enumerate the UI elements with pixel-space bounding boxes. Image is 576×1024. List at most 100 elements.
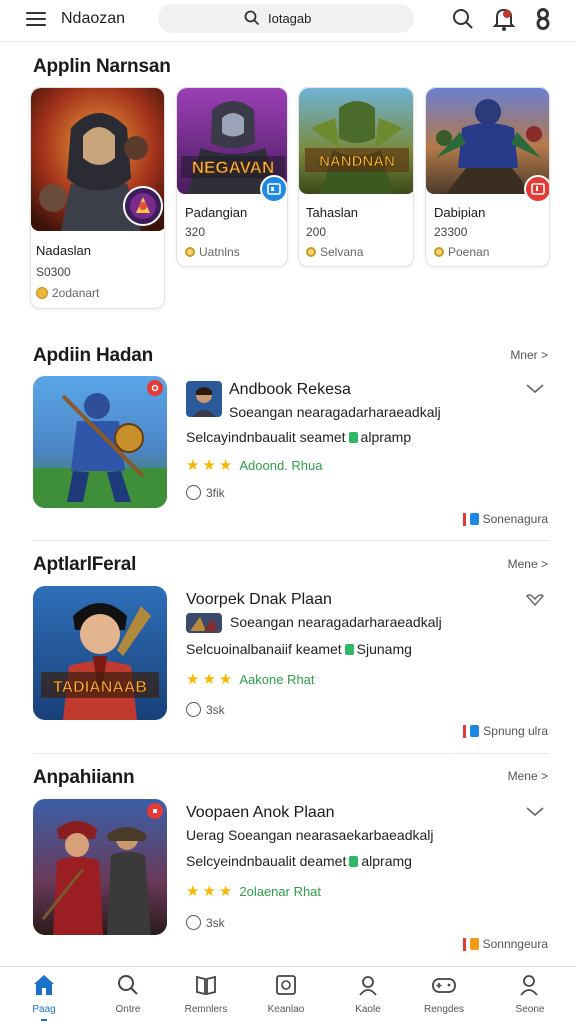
featured-badge-icon xyxy=(123,186,163,226)
divider xyxy=(33,540,549,541)
item-title[interactable]: Voorpek Dnak Plaan xyxy=(186,591,332,609)
item-subtitle-tag: alpramg xyxy=(361,853,412,869)
profile-icon xyxy=(520,975,538,996)
developer-avatar xyxy=(186,381,222,417)
item-subtitle-tag: alpramp xyxy=(360,429,412,445)
item-footer: Sonnngeura xyxy=(462,937,548,951)
card-meta-text: Selvana xyxy=(320,245,364,259)
rating-text: 2olaenar Rhat xyxy=(239,883,322,899)
card-price: 23300 xyxy=(434,225,468,239)
notification-bell-icon[interactable] xyxy=(492,6,516,32)
card-name: Padangian xyxy=(185,205,248,220)
tag-bar-icon xyxy=(462,512,466,526)
comments-button[interactable]: 3fik xyxy=(186,485,225,500)
item-subtitle: Selcyeindnbaualit deamet alpramg xyxy=(186,853,412,869)
tag-icon xyxy=(344,644,354,655)
star-icon: ★ xyxy=(218,883,233,900)
game-thumbnail[interactable] xyxy=(33,376,167,508)
nav-item-games[interactable]: Rengdes xyxy=(404,973,484,1015)
card-meta: Uatnlns xyxy=(185,245,240,259)
comment-icon xyxy=(186,915,201,930)
search-text: Iotagab xyxy=(268,11,312,26)
card-meta-text: Poenan xyxy=(448,245,490,259)
item-description: Uerag Soeangan nearasaekarbaeadkalj xyxy=(186,827,434,843)
footer-text: Spnung ulra xyxy=(483,724,548,738)
more-link[interactable]: Mene > xyxy=(508,769,548,783)
app-title: Ndaozan xyxy=(61,10,126,27)
tag-icon xyxy=(348,432,358,443)
card-name: Nadaslan xyxy=(36,243,91,258)
featured-card[interactable]: Dabipian 23300 Poenan xyxy=(425,87,550,267)
bottom-navigation: Paag Ontre Remnlers Keanlao Kaole Rengde… xyxy=(0,966,576,1024)
card-meta-text: Uatnlns xyxy=(199,245,240,259)
tag-square-icon xyxy=(469,513,479,525)
nav-label: Keanlao xyxy=(267,1004,305,1015)
nav-label: Seone xyxy=(515,1004,545,1015)
footer-text: Sonenagura xyxy=(482,512,548,526)
artwork-title: NANDNAN xyxy=(319,153,395,170)
comments-button[interactable]: 3sk xyxy=(186,915,225,930)
star-icon: ★ xyxy=(202,671,216,688)
list-item: TADIANAAB Voorpek Dnak Plaan Soeangan ne… xyxy=(0,586,576,746)
featured-section-title: Applin Narnsan xyxy=(33,56,171,77)
item-subtitle-text: Selcuoinalbanaiif keamet xyxy=(186,641,342,657)
nav-label: Rengdes xyxy=(423,1004,465,1015)
coin-icon xyxy=(185,247,195,257)
rating-text: Aakone Rhat xyxy=(239,671,315,687)
chevron-down-icon[interactable] xyxy=(526,384,544,394)
chevron-down-icon[interactable] xyxy=(526,807,544,817)
artwork-title: TADIANAAB xyxy=(53,679,147,696)
star-icon: ★ xyxy=(202,457,216,474)
nav-item-search[interactable]: Ontre xyxy=(88,973,168,1015)
game-artwork: NANDNAN xyxy=(299,88,413,194)
settings-icon[interactable] xyxy=(533,8,553,30)
rating: ★ ★ ★ Aakone Rhat xyxy=(186,670,315,688)
search-icon xyxy=(118,975,138,995)
card-name: Tahaslan xyxy=(306,205,359,220)
nav-item-library[interactable]: Remnlers xyxy=(166,973,246,1015)
featured-card[interactable]: Nadaslan S0300 2odanart xyxy=(30,87,165,309)
item-subtitle: Selcayindnbaualit seamet alpramp xyxy=(186,429,411,445)
tag-bar-icon xyxy=(463,724,467,738)
menu-icon[interactable] xyxy=(26,12,46,26)
coin-icon xyxy=(306,247,316,257)
developer-avatar xyxy=(186,613,222,633)
star-icon: ★ xyxy=(186,883,200,900)
comments-button[interactable]: 3sk xyxy=(186,702,225,717)
coin-icon xyxy=(36,287,48,299)
tag-square-icon xyxy=(470,725,480,737)
card-price: 200 xyxy=(306,225,327,239)
nav-label: Ontre xyxy=(115,1004,141,1015)
featured-card[interactable]: NANDNAN Tahaslan 200 Selvana xyxy=(298,87,414,267)
nav-item-people[interactable]: Kaole xyxy=(328,973,408,1015)
home-icon xyxy=(34,975,54,995)
game-thumbnail[interactable] xyxy=(33,799,167,935)
nav-item-home[interactable]: Paag xyxy=(4,973,84,1015)
item-title[interactable]: Andbook Rekesa xyxy=(229,381,351,399)
store-badge-icon xyxy=(524,175,549,203)
more-link[interactable]: Mner > xyxy=(510,348,548,362)
featured-card[interactable]: NEGAVAN Padangian 320 Uatnlns xyxy=(176,87,288,267)
card-name: Dabipian xyxy=(434,205,486,220)
comment-count: 3sk xyxy=(206,702,225,717)
item-subtitle-text: Selcyeindnbaualit deamet xyxy=(186,853,347,869)
star-icon: ★ xyxy=(218,457,233,474)
item-title[interactable]: Voopaen Anok Plaan xyxy=(186,804,335,822)
tag-bar-icon xyxy=(462,937,466,951)
section-title: Apdiin Hadan xyxy=(33,345,154,366)
person-search-icon xyxy=(359,976,377,996)
more-link[interactable]: Mene > xyxy=(508,557,548,571)
heart-chevron-icon[interactable] xyxy=(526,594,544,606)
search-input[interactable]: Iotagab xyxy=(158,4,414,33)
list-item: Andbook Rekesa Soeangan nearagadarharaea… xyxy=(0,376,576,536)
favorite-badge-icon xyxy=(147,803,163,819)
rating-text: Adoond. Rhua xyxy=(239,457,323,473)
store-badge-icon xyxy=(260,175,287,203)
nav-item-profile[interactable]: Seone xyxy=(490,973,570,1015)
item-subtitle-text: Selcayindnbaualit seamet xyxy=(186,429,346,445)
search-icon[interactable] xyxy=(452,8,474,30)
active-indicator xyxy=(41,1019,47,1021)
game-thumbnail[interactable]: TADIANAAB xyxy=(33,586,167,720)
nav-label: Paag xyxy=(32,1004,56,1015)
nav-item-gallery[interactable]: Keanlao xyxy=(246,973,326,1015)
